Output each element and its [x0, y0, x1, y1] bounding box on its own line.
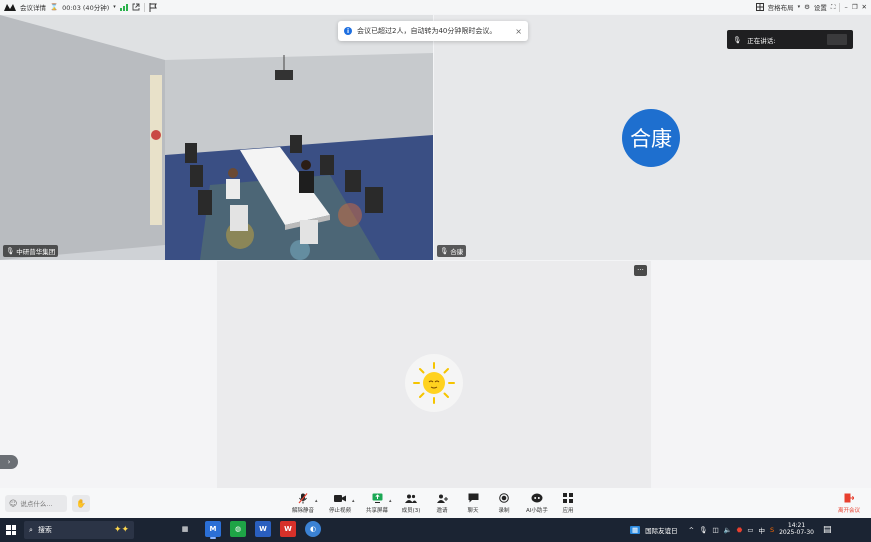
volume-icon[interactable]: 🔈 [724, 526, 732, 534]
participant-name-tag: 🎙 中研普华集团 [3, 245, 59, 257]
tool-label: 成员(3) [401, 508, 421, 514]
tool-label: 应用 [562, 508, 574, 514]
task-view-icon[interactable]: ▦ [177, 521, 193, 537]
leave-meeting-label: 离开会议 [837, 508, 860, 514]
taskbar-search[interactable]: ⌕ 搜索 ✦✦ [24, 521, 134, 539]
minimize-icon[interactable]: – [844, 3, 847, 11]
exit-door-icon [844, 492, 854, 504]
restore-icon[interactable]: ❐ [852, 3, 858, 11]
wechat-icon[interactable]: ◍ [230, 521, 246, 537]
chevron-up-icon[interactable]: ▴ [352, 498, 355, 504]
video-tile-conference-room[interactable]: 🎙 中研普华集团 [0, 15, 433, 260]
speaking-label: 正在讲话: [747, 36, 776, 45]
chevron-up-icon[interactable]: ^ [689, 526, 694, 534]
calendar-event-label[interactable]: 国际友谊日 [645, 525, 678, 535]
tool-label: 停止视频 [328, 508, 351, 514]
browser-icon[interactable]: ◐ [305, 521, 321, 537]
windows-start-icon[interactable] [6, 525, 16, 535]
tool-label: 录制 [498, 508, 510, 514]
external-window-icon[interactable] [132, 3, 140, 11]
fullscreen-icon[interactable]: ⛶ [831, 3, 836, 12]
clock[interactable]: 14:21 2025-07-30 [779, 523, 814, 536]
chevron-down-icon[interactable]: ▾ [798, 4, 801, 10]
system-tray: ▦ 国际友谊日 ^ 🎙 ◫ 🔈 ⬣ ▭ 中 S 14:21 2025-07-30… [630, 518, 871, 542]
settings-button[interactable]: 设置 [814, 2, 827, 12]
divider [143, 2, 145, 12]
tool-label: 邀请 [436, 508, 448, 514]
input-method-label[interactable]: 中 [758, 525, 765, 535]
meeting-details-link[interactable]: 会议详情 [20, 2, 46, 12]
gallery-layout-button[interactable]: 宫格布局 [768, 2, 794, 12]
apps-icon [563, 492, 573, 504]
speaker-thumbnail [827, 34, 847, 45]
chevron-down-icon[interactable]: ▾ [113, 4, 116, 10]
network-icon[interactable]: ◫ [712, 526, 718, 534]
raise-hand-button[interactable]: ✋ [72, 495, 90, 512]
clock-date: 2025-07-30 [779, 529, 814, 536]
hourglass-icon: ⌛ [50, 3, 59, 11]
chat-icon [468, 492, 479, 504]
leave-meeting-button[interactable]: 离开会议 [832, 492, 866, 514]
share-screen-icon [372, 492, 383, 504]
quick-chat-input[interactable]: ☺ [5, 495, 67, 512]
search-icon: ⌕ [29, 525, 33, 534]
close-icon[interactable]: ✕ [862, 3, 867, 11]
conference-room-video [0, 15, 433, 260]
time-limit-notification: i 会议已超过2人，自动转为40分钟限时会议。 × [338, 21, 528, 41]
apps-button[interactable]: 应用 [548, 492, 588, 514]
mic-icon: 🎙 [6, 247, 15, 255]
tool-label: 共享屏幕 [365, 508, 388, 514]
record-icon [499, 492, 509, 504]
mic-icon[interactable]: 🎙 [699, 526, 707, 534]
signal-strength-icon[interactable] [119, 3, 128, 11]
sparkle-icon: ✦✦ [113, 525, 129, 535]
sun-avatar [405, 354, 463, 412]
sun-icon [413, 362, 455, 404]
members-icon [405, 492, 417, 504]
notification-text: 会议已超过2人，自动转为40分钟限时会议。 [357, 27, 497, 35]
app-logo-icon [4, 3, 16, 11]
ai-assistant-icon [531, 492, 543, 504]
close-icon[interactable]: × [515, 27, 522, 36]
info-icon: i [344, 27, 352, 35]
empty-gallery-area-right [652, 261, 871, 488]
sogou-icon[interactable]: S [770, 526, 774, 534]
participant-avatar: 合康 [622, 109, 680, 167]
word-icon[interactable]: W [255, 521, 271, 537]
search-label: 搜索 [37, 526, 52, 534]
mic-icon: 🎙 [440, 247, 449, 255]
hand-icon: ✋ [76, 499, 86, 508]
flag-icon[interactable] [149, 2, 157, 12]
battery-icon[interactable]: ▭ [747, 526, 753, 534]
emoji-icon[interactable]: ☺ [9, 499, 17, 508]
gear-icon[interactable]: ⚙ [804, 3, 810, 11]
speaking-indicator: 🎙 正在讲话: [727, 30, 853, 49]
chat-input-field[interactable] [20, 499, 61, 508]
camera-icon [334, 492, 346, 504]
participant-name: 中研普华集团 [16, 248, 56, 256]
meeting-top-bar: 会议详情 ⌛ 00:03 (40分钟) ▾ 宫格布局 ▾ ⚙ 设置 ⛶ – ❐ … [0, 0, 871, 14]
tool-label: 聊天 [467, 508, 479, 514]
calendar-event-icon[interactable]: ▦ [630, 526, 641, 534]
empty-gallery-area-left [0, 261, 216, 488]
invite-icon [436, 492, 448, 504]
tool-label: 解除静音 [291, 508, 314, 514]
grid-layout-icon[interactable] [755, 3, 764, 11]
mic-icon: 🎙 [733, 35, 742, 44]
participant-name-tag: 🎙 合康 [437, 245, 467, 257]
meeting-timer[interactable]: 00:03 (40分钟) [62, 2, 109, 12]
meeting-app-icon[interactable]: M [205, 521, 221, 539]
wps-icon[interactable]: W [280, 521, 296, 537]
chevron-up-icon[interactable]: ▴ [315, 498, 318, 504]
antivirus-icon[interactable]: ⬣ [737, 526, 743, 534]
expand-panel-button[interactable]: › [0, 455, 18, 469]
mic-muted-icon [298, 492, 308, 504]
tile-more-options-button[interactable]: ··· [634, 265, 647, 276]
divider [839, 2, 841, 12]
tool-label: AI小助手 [526, 508, 548, 514]
participant-name: 合康 [450, 248, 464, 256]
notification-icon[interactable]: ▤ [823, 525, 832, 535]
